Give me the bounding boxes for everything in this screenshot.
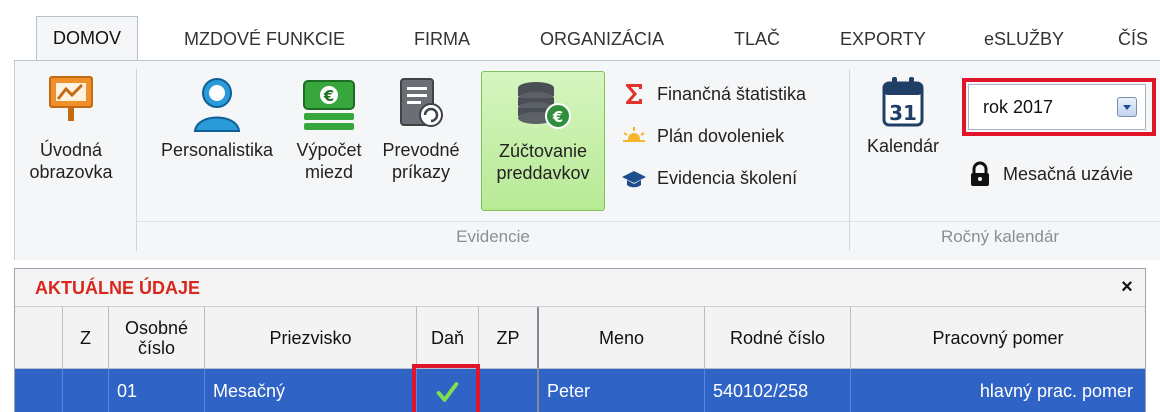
- calendar-day-number: 31: [889, 101, 917, 125]
- vypocet-label-line1: Výpočet: [296, 140, 362, 160]
- header-osobne-line2: číslo: [137, 337, 175, 358]
- home-label-line1: Úvodná: [39, 140, 103, 160]
- graduation-cap-icon: [622, 171, 646, 188]
- group-separator: [849, 69, 850, 251]
- cell-priezvisko: Mesačný: [205, 369, 417, 412]
- header-zp[interactable]: ZP: [479, 307, 539, 369]
- employee-grid: Z Osobné číslo Priezvisko Daň ZP Meno Ro…: [15, 307, 1145, 412]
- financna-statistika-label: Finančná štatistika: [657, 84, 807, 104]
- cell-osobne-cislo: 01: [109, 369, 205, 412]
- home-label-line2: obrazovka: [29, 162, 113, 182]
- cell-meno: Peter: [539, 369, 705, 412]
- header-rodne-cislo[interactable]: Rodné číslo: [705, 307, 851, 369]
- personalistika-label: Personalistika: [160, 140, 274, 160]
- lock-icon: [971, 161, 989, 186]
- mesacna-uzavierka-button[interactable]: Mesačná uzávie: [967, 159, 1160, 189]
- tab-exporty[interactable]: EXPORTY: [840, 18, 926, 60]
- tab-tlac[interactable]: TLAČ: [734, 18, 780, 60]
- close-icon[interactable]: ×: [1115, 275, 1139, 299]
- group-label-rocny-kalendar: Ročný kalendár: [940, 227, 1060, 246]
- table-row[interactable]: 01 Mesačný Peter 540102/258 hlavný prac.…: [15, 369, 1145, 412]
- zuctovanie-label-line2: preddavkov: [496, 163, 590, 183]
- tab-cis[interactable]: ČÍS: [1118, 18, 1148, 60]
- vypocet-miezd-button[interactable]: € Výpočet miezd: [285, 75, 373, 183]
- header-osobne-cislo[interactable]: Osobné číslo: [109, 307, 205, 369]
- header-indicator: [15, 307, 63, 369]
- panel-header: AKTUÁLNE ÚDAJE ×: [15, 269, 1145, 307]
- zuctovanie-preddavkov-button[interactable]: € Zúčtovanie preddavkov: [481, 71, 605, 211]
- header-pracovny-pomer[interactable]: Pracovný pomer: [851, 307, 1145, 369]
- tab-organizacia[interactable]: ORGANIZÁCIA: [540, 18, 664, 60]
- sigma-icon: [626, 84, 642, 104]
- aktualne-udaje-panel: AKTUÁLNE ÚDAJE × Z Osobné číslo Priezvis…: [14, 268, 1146, 412]
- row-indicator: [15, 369, 63, 412]
- mesacna-uzavierka-label: Mesačná uzávie: [1003, 164, 1134, 184]
- highlight-dan-cell: [412, 364, 480, 412]
- header-priezvisko[interactable]: Priezvisko: [205, 307, 417, 369]
- evidencia-skoleni-button[interactable]: Evidencia školení: [621, 163, 841, 193]
- header-meno[interactable]: Meno: [539, 307, 705, 369]
- header-dan[interactable]: Daň: [417, 307, 479, 369]
- zuctovanie-label-line1: Zúčtovanie: [498, 141, 588, 161]
- vypocet-label-line2: miezd: [304, 162, 353, 182]
- kalendar-label: Kalendár: [866, 136, 940, 156]
- panel-title: AKTUÁLNE ÚDAJE: [35, 278, 201, 298]
- group-label-evidencie: Evidencie: [456, 227, 530, 246]
- svg-text:€: €: [552, 108, 563, 126]
- financna-statistika-button[interactable]: Finančná štatistika: [621, 79, 841, 109]
- home-screen-icon: [49, 76, 93, 121]
- prevodne-label-line2: príkazy: [391, 162, 451, 182]
- group-separator: [136, 69, 137, 251]
- kalendar-button[interactable]: 31 Kalendár: [855, 75, 951, 157]
- tab-firma[interactable]: FIRMA: [414, 18, 470, 60]
- header-z[interactable]: Z: [63, 307, 109, 369]
- prevodne-label-line1: Prevodné: [382, 140, 460, 160]
- cell-z: [63, 369, 109, 412]
- header-osobne-line1: Osobné: [124, 317, 189, 338]
- cell-rodne-cislo: 540102/258: [705, 369, 851, 412]
- plan-dovoleniek-button[interactable]: Plán dovoleniek: [621, 121, 841, 151]
- calendar-icon: 31: [882, 77, 924, 127]
- person-icon: [193, 78, 241, 132]
- evidencia-skoleni-label: Evidencia školení: [657, 168, 798, 188]
- cell-pracovny-pomer: hlavný prac. pomer: [979, 381, 1133, 401]
- group-label-bar: [137, 221, 849, 222]
- coins-euro-icon: €: [518, 82, 571, 129]
- personalistika-button[interactable]: Personalistika: [149, 75, 285, 161]
- tab-esluzby[interactable]: eSLUŽBY: [984, 18, 1064, 60]
- svg-text:€: €: [323, 87, 334, 105]
- money-icon: €: [303, 80, 355, 130]
- cell-zp: [479, 369, 539, 412]
- tab-mzdove-funkcie[interactable]: MZDOVÉ FUNKCIE: [184, 18, 345, 60]
- home-screen-button[interactable]: Úvodná obrazovka: [15, 75, 127, 183]
- highlight-year-select: [962, 78, 1156, 136]
- ribbon-tabbar: DOMOV MZDOVÉ FUNKCIE FIRMA ORGANIZÁCIA T…: [0, 0, 1160, 61]
- prevodne-prikazy-button[interactable]: Prevodné príkazy: [373, 75, 469, 183]
- sun-icon: [623, 127, 645, 146]
- payment-order-icon: [400, 78, 443, 127]
- tab-domov[interactable]: DOMOV: [36, 16, 139, 61]
- plan-dovoleniek-label: Plán dovoleniek: [657, 126, 785, 146]
- group-label-bar: [850, 221, 1160, 222]
